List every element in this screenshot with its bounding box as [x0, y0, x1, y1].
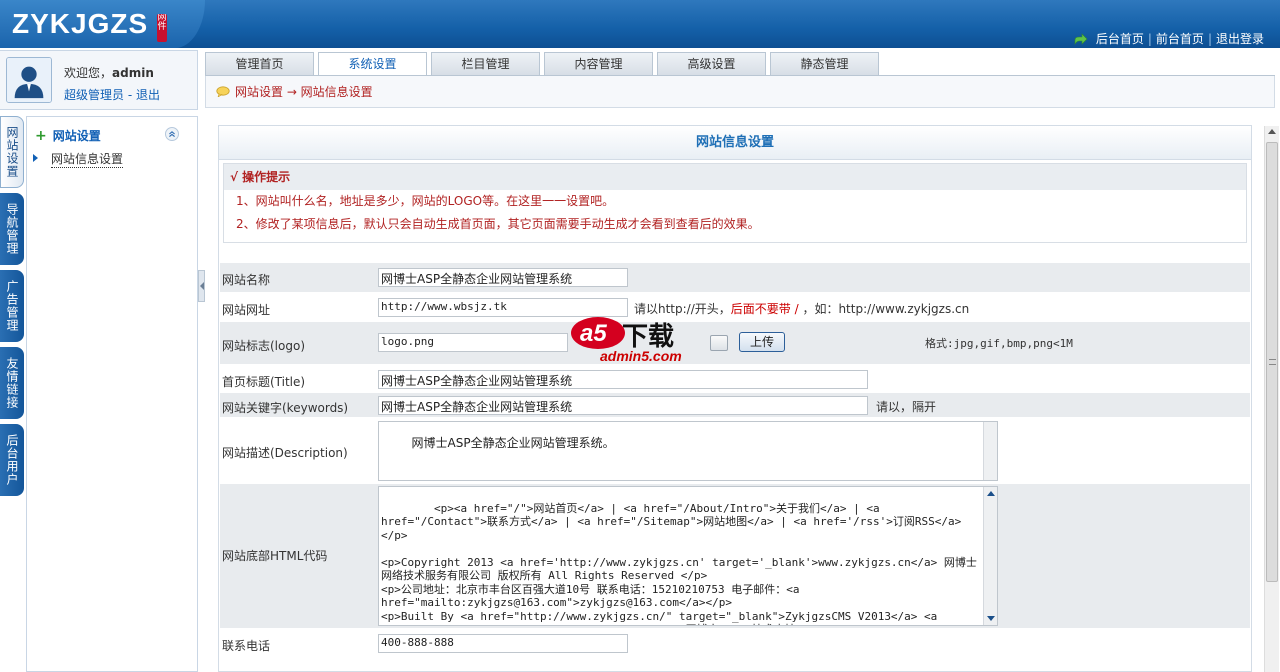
front-home-link[interactable]: 前台首页 — [1152, 30, 1208, 47]
role-links: 超级管理员 - 退出 — [64, 86, 160, 103]
content-panel: 网站信息设置 √ 操作提示 1、网站叫什么名，地址是多少，网站的LOGO等。在这… — [218, 125, 1252, 672]
scroll-up-icon[interactable] — [1268, 129, 1276, 134]
main-tabs: 管理首页 系统设置 栏目管理 内容管理 高级设置 静态管理 — [205, 52, 883, 76]
site-url-label: 网站网址 — [222, 303, 271, 317]
row-keywords: 网站关键字(keywords) 网博士ASP全静态企业网站管理系统 请以，隔开 — [220, 393, 1250, 418]
plus-icon: + — [35, 127, 47, 144]
description-textarea[interactable]: 网博士ASP全静态企业网站管理系统。 — [378, 421, 998, 481]
logo-seal: 网件 — [157, 14, 167, 42]
welcome-text: 欢迎您，admin — [64, 64, 154, 81]
logout-link[interactable]: 退出登录 — [1212, 30, 1268, 47]
title-label: 首页标题(Title) — [222, 375, 306, 389]
logo-format-note: 格式:jpg,gif,bmp,png<1M — [925, 337, 1073, 350]
tip-box: √ 操作提示 1、网站叫什么名，地址是多少，网站的LOGO等。在这里一一设置吧。… — [223, 163, 1247, 243]
row-logo: 网站标志(logo) logo.png 上传 格式:jpg,gif,bmp,pn… — [220, 322, 1250, 365]
speech-bubble-icon — [216, 86, 230, 97]
logo-area: ZYKJGZS 网件 — [0, 0, 205, 48]
footer-html-label: 网站底部HTML代码 — [222, 549, 328, 563]
top-links: 后台首页 | 前台首页 | 退出登录 — [1074, 30, 1268, 47]
row-site-name: 网站名称 网博士ASP全静态企业网站管理系统 — [220, 263, 1250, 293]
dash: - — [124, 88, 136, 102]
scroll-down-icon[interactable] — [987, 616, 995, 621]
panel-splitter[interactable] — [198, 270, 205, 302]
row-footer-html: 网站底部HTML代码 <p><a href="/">网站首页</a> | <a … — [220, 484, 1250, 629]
phone-input[interactable]: 400-888-888 — [378, 634, 628, 653]
watermark-url: admin5.com — [600, 348, 682, 364]
admin-home-link[interactable]: 后台首页 — [1092, 30, 1148, 47]
tip-line-2: 2、修改了某项信息后，默认只会自动生成首页面，其它页面需要手动生成才会看到查看后… — [236, 217, 760, 231]
vtab-admin-users[interactable]: 后台用户 — [0, 424, 24, 496]
welcome-label: 欢迎您， — [64, 66, 113, 80]
keywords-input[interactable]: 网博士ASP全静态企业网站管理系统 — [378, 396, 868, 415]
breadcrumb-text: 网站设置 → 网站信息设置 — [235, 85, 373, 99]
scroll-thumb[interactable] — [1266, 142, 1278, 582]
watermark-a5-text: a5 — [580, 320, 607, 347]
user-box: 欢迎您，admin 超级管理员 - 退出 — [0, 50, 198, 110]
site-name-input[interactable]: 网博士ASP全静态企业网站管理系统 — [378, 268, 628, 287]
site-info-form: 网站名称 网博士ASP全静态企业网站管理系统 网站网址 http://www.w… — [220, 263, 1250, 659]
row-description: 网站描述(Description) 网博士ASP全静态企业网站管理系统。 — [220, 418, 1250, 484]
content-title: 网站信息设置 — [219, 126, 1251, 160]
title-input[interactable]: 网博士ASP全静态企业网站管理系统 — [378, 370, 868, 389]
tab-advanced-settings[interactable]: 高级设置 — [657, 52, 766, 75]
a5-logo-icon: a5 — [571, 317, 625, 349]
site-name-label: 网站名称 — [222, 273, 271, 287]
site-url-note-red: 后面不要带 / — [730, 302, 803, 316]
keywords-note: 请以，隔开 — [876, 400, 937, 414]
breadcrumb: 网站设置 → 网站信息设置 — [205, 76, 1275, 108]
tab-static-management[interactable]: 静态管理 — [770, 52, 879, 75]
upload-button[interactable]: 上传 — [739, 332, 785, 352]
description-label: 网站描述(Description) — [222, 446, 348, 460]
row-title: 首页标题(Title) 网博士ASP全静态企业网站管理系统 — [220, 365, 1250, 393]
user-avatar-icon — [6, 57, 52, 103]
nav-heading[interactable]: + 网站设置 — [35, 127, 101, 144]
footer-html-scrollbar[interactable] — [983, 487, 997, 625]
tab-column-management[interactable]: 栏目管理 — [431, 52, 540, 75]
collapse-up-icon[interactable] — [165, 127, 179, 141]
description-scrollbar[interactable] — [983, 422, 997, 480]
arrow-icon — [1074, 32, 1088, 45]
vtab-navigation[interactable]: 导航管理 — [0, 193, 24, 265]
scroll-grip-icon — [1269, 359, 1276, 365]
tab-content-management[interactable]: 内容管理 — [544, 52, 653, 75]
logo-input[interactable]: logo.png — [378, 333, 568, 352]
nav-heading-label: 网站设置 — [52, 129, 101, 143]
tab-admin-home[interactable]: 管理首页 — [205, 52, 314, 75]
top-header: ZYKJGZS 网件 后台首页 | 前台首页 | 退出登录 — [0, 0, 1280, 48]
footer-html-textarea[interactable]: <p><a href="/">网站首页</a> | <a href="/Abou… — [378, 486, 998, 626]
collapse-left-icon — [200, 282, 204, 290]
vtab-ads[interactable]: 广告管理 — [0, 270, 24, 342]
description-text: 网博士ASP全静态企业网站管理系统。 — [411, 435, 615, 450]
footer-html-text: <p><a href="/">网站首页</a> | <a href="/Abou… — [381, 501, 977, 626]
row-site-url: 网站网址 http://www.wbsjz.tk 请以http://开头，后面不… — [220, 293, 1250, 322]
tab-system-settings[interactable]: 系统设置 — [318, 52, 427, 76]
logo: ZYKJGZS — [12, 8, 149, 39]
nav-item-site-info[interactable]: 网站信息设置 — [51, 150, 124, 168]
watermark: a5 下载 admin5.com — [570, 313, 720, 368]
site-url-note-b: ，如：http://www.zykjgzs.cn — [802, 302, 970, 316]
page-scrollbar[interactable] — [1264, 126, 1279, 672]
scroll-up-icon[interactable] — [987, 491, 995, 496]
side-nav-panel: + 网站设置 网站信息设置 — [26, 116, 198, 672]
tip-line-1: 1、网站叫什么名，地址是多少，网站的LOGO等。在这里一一设置吧。 — [236, 194, 615, 208]
role-link[interactable]: 超级管理员 — [64, 88, 124, 102]
row-phone: 联系电话 400-888-888 — [220, 629, 1250, 659]
phone-label: 联系电话 — [222, 639, 271, 653]
vtab-site-settings[interactable]: 网站设置 — [0, 116, 24, 188]
tip-heading: √ 操作提示 — [224, 164, 1246, 190]
username: admin — [112, 66, 154, 80]
nav-arrow-icon — [33, 154, 38, 162]
vtab-friend-links[interactable]: 友情链接 — [0, 347, 24, 419]
side-vertical-tabs: 网站设置 导航管理 广告管理 友情链接 后台用户 — [0, 116, 26, 501]
keywords-label: 网站关键字(keywords) — [222, 401, 349, 415]
logo-label: 网站标志(logo) — [222, 339, 305, 353]
user-logout-link[interactable]: 退出 — [136, 88, 160, 102]
